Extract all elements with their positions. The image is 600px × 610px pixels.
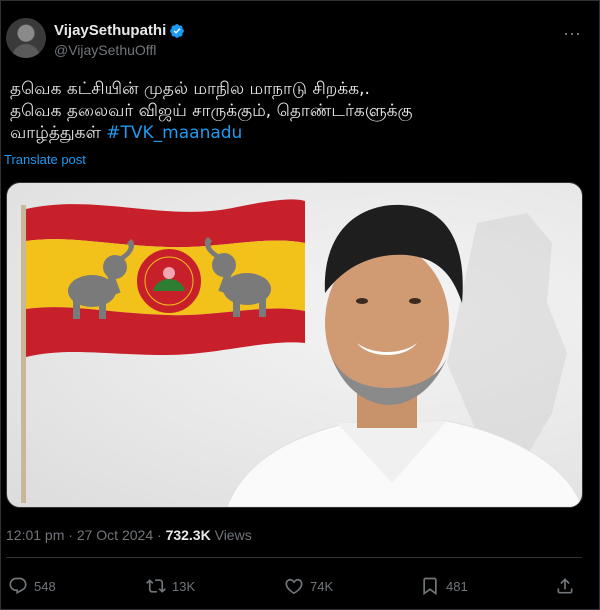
post-line-3: வாழ்த்துகள் #TVK_maanadu bbox=[10, 122, 570, 144]
translate-post-link[interactable]: Translate post bbox=[4, 152, 86, 167]
flag-pole bbox=[21, 205, 26, 503]
bookmark-count: 481 bbox=[446, 578, 468, 594]
author-name[interactable]: VijaySethupathi bbox=[54, 22, 185, 39]
bookmark-icon bbox=[423, 577, 437, 596]
divider bbox=[6, 557, 582, 558]
views-count: 732.3K bbox=[165, 527, 211, 543]
reply-count: 548 bbox=[34, 578, 56, 594]
repost-button[interactable]: 13K bbox=[146, 576, 195, 596]
post-line-1: தவெக கட்சியின் முதல் மாநில மாநாடு சிறக்க… bbox=[10, 79, 370, 99]
post-line-3-text: வாழ்த்துகள் bbox=[10, 123, 107, 143]
post-line-2: தவெக தலைவர் விஜய் சாருக்கும், தொண்டர்களு… bbox=[10, 101, 413, 121]
author-name-text[interactable]: VijaySethupathi bbox=[54, 22, 166, 39]
post-image-illustration bbox=[21, 199, 582, 507]
avatar[interactable] bbox=[6, 18, 46, 58]
share-icon bbox=[557, 578, 573, 594]
meta-separator-2: · bbox=[153, 527, 166, 543]
post-image[interactable] bbox=[6, 182, 583, 508]
more-icon[interactable]: ⋯ bbox=[563, 24, 582, 45]
repost-icon bbox=[146, 579, 166, 593]
like-icon bbox=[285, 578, 303, 595]
share-button[interactable] bbox=[555, 576, 581, 596]
post-text: தவெக கட்சியின் முதல் மாநில மாநாடு சிறக்க… bbox=[10, 78, 570, 144]
views-label: Views bbox=[210, 527, 252, 543]
meta-separator: · bbox=[64, 527, 77, 543]
author-handle[interactable]: @VijaySethuOffl bbox=[54, 42, 156, 58]
like-button[interactable]: 74K bbox=[284, 576, 333, 596]
like-count: 74K bbox=[310, 578, 334, 594]
post-time[interactable]: 12:01 pm bbox=[6, 527, 64, 543]
reply-icon bbox=[9, 577, 27, 595]
post-date[interactable]: 27 Oct 2024 bbox=[77, 527, 153, 543]
bookmark-button[interactable]: 481 bbox=[420, 576, 468, 596]
flag bbox=[26, 199, 305, 357]
hashtag-link[interactable]: #TVK_maanadu bbox=[106, 123, 242, 143]
verified-badge-icon bbox=[170, 23, 185, 38]
reply-button[interactable]: 548 bbox=[8, 576, 56, 596]
repost-count: 13K bbox=[172, 578, 196, 594]
post-meta: 12:01 pm · 27 Oct 2024 · 732.3K Views bbox=[6, 527, 252, 543]
